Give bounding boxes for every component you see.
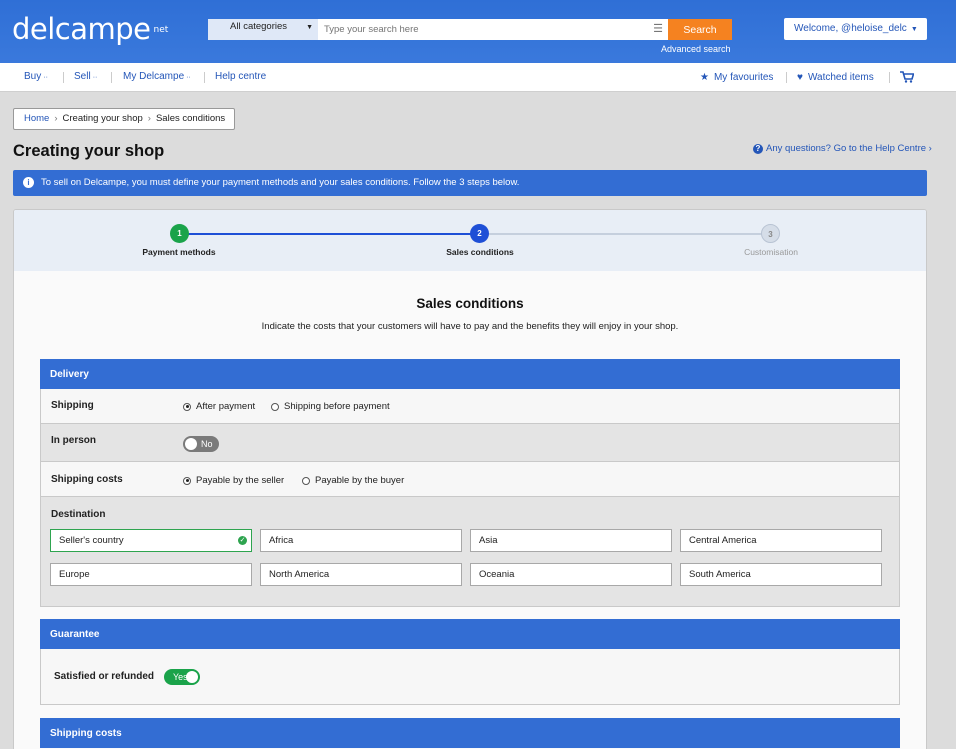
toggle-knob — [185, 438, 197, 450]
destination-asia[interactable]: Asia — [470, 529, 672, 552]
breadcrumb-creating-shop[interactable]: Creating your shop — [63, 113, 143, 129]
step-3-label: Customisation — [744, 247, 798, 257]
nav-divider — [111, 72, 112, 83]
delivery-panel-header: Delivery — [40, 359, 900, 389]
in-person-label: In person — [51, 435, 97, 446]
step-1-dot: 1 — [170, 224, 189, 243]
star-icon: ★ — [700, 72, 709, 83]
page-title: Creating your shop — [13, 142, 165, 160]
guarantee-row: Satisfied or refunded Yes — [40, 649, 900, 705]
info-banner: i To sell on Delcampe, you must define y… — [13, 170, 927, 196]
destination-central-america[interactable]: Central America — [680, 529, 882, 552]
delcampe-logo[interactable]: delcampe net — [12, 12, 168, 46]
radio-payable-buyer[interactable]: Payable by the buyer — [302, 475, 404, 486]
help-centre-link[interactable]: ? Any questions? Go to the Help Centre › — [753, 143, 932, 154]
progress-stepper: 1 2 3 Payment methods Sales conditions C… — [14, 210, 926, 271]
shipping-costs-panel-header: Shipping costs — [40, 718, 900, 748]
radio-unchecked — [302, 476, 310, 485]
destination-oceania[interactable]: Oceania — [470, 563, 672, 586]
search-input[interactable] — [318, 19, 648, 40]
step-1-label: Payment methods — [142, 247, 216, 257]
info-icon: i — [23, 177, 34, 188]
filter-sliders-icon[interactable]: ☰ — [648, 19, 668, 40]
destination-europe[interactable]: Europe — [50, 563, 252, 586]
nav-help-centre[interactable]: Help centre — [215, 71, 266, 82]
destination-africa[interactable]: Africa — [260, 529, 462, 552]
toggle-knob — [186, 671, 198, 683]
question-icon: ? — [753, 144, 763, 154]
in-person-toggle[interactable]: No — [183, 436, 219, 452]
search-bar: All categories▼ ☰ Search — [208, 19, 732, 40]
destination-north-america[interactable]: North America — [260, 563, 462, 586]
dropdown-dots-icon: ·· — [43, 74, 48, 81]
watched-items-link[interactable]: ♥ Watched items — [797, 72, 874, 83]
chevron-down-icon: ▼ — [910, 26, 918, 33]
main-nav: Buy ·· Sell ·· My Delcampe ·· Help centre ★… — [0, 63, 956, 92]
chevron-right-icon: › — [54, 113, 58, 124]
chevron-down-icon: ▼ — [306, 24, 313, 31]
advanced-search-link[interactable]: Advanced search — [661, 44, 731, 54]
nav-buy[interactable]: Buy ·· — [24, 71, 48, 82]
search-button[interactable]: Search — [668, 19, 732, 40]
nav-divider — [889, 72, 890, 83]
breadcrumb-home[interactable]: Home — [24, 113, 49, 129]
radio-payable-seller[interactable]: Payable by the seller — [183, 475, 284, 486]
nav-divider — [786, 72, 787, 83]
step-connector-done — [180, 233, 480, 235]
nav-divider — [63, 72, 64, 83]
radio-before-payment[interactable]: Shipping before payment — [271, 401, 390, 412]
cart-icon[interactable] — [900, 71, 914, 83]
my-favourites-link[interactable]: ★ My favourites — [700, 72, 773, 83]
radio-checked — [183, 476, 191, 485]
satisfied-refunded-label: Satisfied or refunded — [54, 671, 155, 682]
step-2-label: Sales conditions — [446, 247, 514, 257]
destination-row: Destination Seller's country ✓ Africa Asi… — [40, 497, 900, 607]
radio-checked — [183, 402, 191, 411]
step-3-dot: 3 — [761, 224, 780, 243]
section-subtitle: Indicate the costs that your customers w… — [261, 321, 679, 332]
dropdown-dots-icon: ·· — [92, 74, 98, 81]
shipping-row: Shipping After payment Shipping before p… — [40, 389, 900, 424]
dropdown-dots-icon: ·· — [186, 74, 191, 81]
step-2-dot: 2 — [470, 224, 489, 243]
shipping-costs-row: Shipping costs Payable by the seller Pay… — [40, 462, 900, 497]
section-title: Sales conditions — [416, 296, 524, 311]
satisfied-refunded-toggle[interactable]: Yes — [164, 669, 200, 685]
category-select[interactable]: All categories ▼ — [208, 19, 318, 40]
nav-divider — [204, 72, 205, 83]
chevron-right-icon: › — [147, 113, 151, 124]
destination-south-america[interactable]: South America — [680, 563, 882, 586]
heart-icon: ♥ — [797, 72, 803, 83]
sales-conditions-card: 1 2 3 Payment methods Sales conditions C… — [13, 209, 927, 749]
top-header: delcampenet All categories▼ ☰ Search Adv… — [0, 0, 956, 63]
guarantee-panel-header: Guarantee — [40, 619, 900, 649]
nav-sell[interactable]: Sell ·· — [74, 71, 97, 82]
step-connector-todo — [480, 233, 771, 235]
breadcrumb: Home › Creating your shop › Sales condit… — [13, 108, 236, 130]
shipping-label: Shipping — [51, 400, 94, 411]
destination-label: Destination — [51, 509, 106, 520]
check-circle-icon: ✓ — [238, 536, 247, 545]
account-menu-button[interactable]: Welcome, @heloise_delc ▼ — [784, 18, 927, 40]
shipping-costs-label: Shipping costs — [51, 474, 123, 485]
nav-my-delcampe[interactable]: My Delcampe ·· — [123, 71, 191, 82]
breadcrumb-current: Sales conditions — [155, 113, 226, 124]
in-person-row: In person No — [40, 424, 900, 462]
radio-after-payment[interactable]: After payment — [183, 401, 255, 412]
destination-sellers-country[interactable]: Seller's country ✓ — [50, 529, 252, 552]
radio-unchecked — [271, 402, 279, 411]
